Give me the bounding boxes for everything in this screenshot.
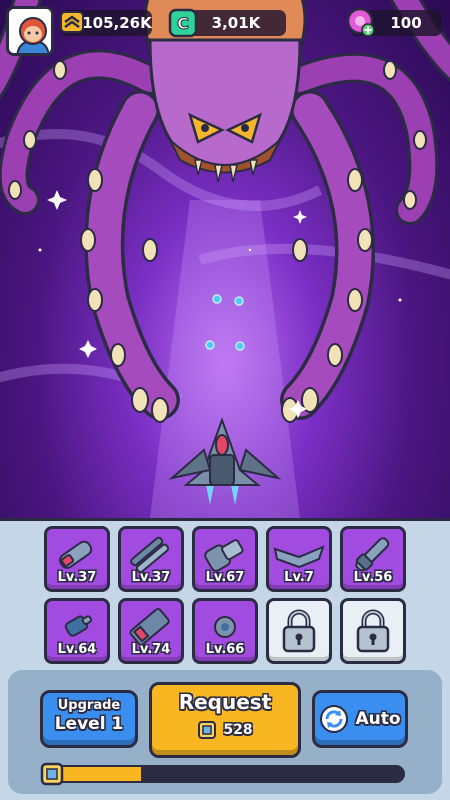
weapon-slot-6[interactable]: Lv.64 xyxy=(44,598,110,664)
crate-icon xyxy=(198,721,217,739)
cash-amount: 3,01K xyxy=(211,14,261,32)
weapon-slot-3[interactable]: Lv.67 xyxy=(192,526,258,592)
weapon-level: Lv.37 xyxy=(57,570,97,585)
locked-slot-1[interactable] xyxy=(266,598,332,664)
weapon-slot-8[interactable]: Lv.66 xyxy=(192,598,258,664)
weapon-slot-2[interactable]: Lv.37 xyxy=(118,526,184,592)
request-cost: 528 xyxy=(152,720,298,740)
lock-icon xyxy=(282,609,316,653)
weapon-level: Lv.56 xyxy=(353,570,393,585)
weapon-level: Lv.7 xyxy=(284,570,314,585)
weapon-slot-7[interactable]: Lv.74 xyxy=(118,598,184,664)
weapon-slot-5[interactable]: Lv.56 xyxy=(340,526,406,592)
request-progress-bar xyxy=(42,765,405,783)
pink-gem-plus-icon[interactable] xyxy=(346,7,376,37)
weapon-slot-1[interactable]: Lv.37 xyxy=(44,526,110,592)
crate-icon xyxy=(40,762,64,786)
weapon-level: Lv.64 xyxy=(57,642,97,657)
avatar-portrait-icon xyxy=(9,9,51,53)
request-cost-value: 528 xyxy=(223,722,253,738)
upgrade-button[interactable]: Upgrade Level 1 xyxy=(40,690,138,748)
request-button[interactable]: Request 528 xyxy=(149,682,301,758)
auto-label: Auto xyxy=(355,709,401,729)
weapon-level: Lv.66 xyxy=(205,642,245,657)
weapon-level: Lv.74 xyxy=(131,642,171,657)
locked-slot-2[interactable] xyxy=(340,598,406,664)
player-avatar[interactable] xyxy=(6,6,54,56)
stacked-chevrons-icon xyxy=(60,11,84,33)
request-title: Request xyxy=(178,690,272,714)
weapon-level: Lv.67 xyxy=(205,570,245,585)
gems-amount: 100 xyxy=(390,14,422,32)
svg-text:C: C xyxy=(177,14,189,33)
weapon-level: Lv.37 xyxy=(131,570,171,585)
upgrade-title: Upgrade xyxy=(57,698,121,713)
auto-button[interactable]: Auto xyxy=(312,690,408,748)
gold-amount: 105,26K xyxy=(82,14,152,32)
scene-art xyxy=(0,0,450,518)
lock-icon xyxy=(356,609,390,653)
battle-scene: 105,26K 3,01K C 100 xyxy=(0,0,450,518)
c-coin-icon: C xyxy=(168,8,198,38)
refresh-icon xyxy=(320,705,349,733)
upgrade-level: Level 1 xyxy=(54,714,124,734)
weapon-slot-4[interactable]: Lv.7 xyxy=(266,526,332,592)
